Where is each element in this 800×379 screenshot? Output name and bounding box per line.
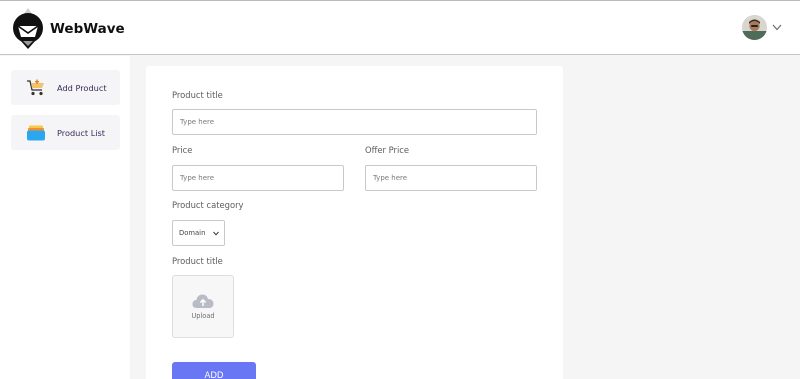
price-label: Price (172, 145, 193, 155)
category-select[interactable]: Domain (172, 220, 225, 246)
product-image-label: Product title (172, 256, 223, 266)
sidebar: Add Product Product List (0, 56, 130, 379)
offer-price-label: Offer Price (365, 145, 410, 155)
stack-list-icon (23, 125, 49, 141)
chevron-down-icon[interactable] (772, 24, 782, 31)
product-title-label: Product title (172, 90, 223, 100)
brand-logo[interactable]: WebWave (10, 7, 125, 51)
category-selected-value: Domain (179, 229, 206, 237)
avatar-photo-icon (742, 15, 767, 40)
chevron-down-icon (213, 231, 219, 236)
offer-price-input[interactable]: Type here (365, 165, 537, 191)
product-category-label: Product category (172, 200, 244, 210)
upload-label: Upload (191, 312, 215, 320)
sidebar-item-label: Product List (57, 127, 106, 138)
profile-menu[interactable] (742, 15, 782, 40)
sidebar-item-label: Add Product (57, 82, 107, 93)
image-upload-area[interactable]: Upload (172, 275, 234, 338)
add-button[interactable]: ADD (172, 362, 256, 379)
logo-icon (13, 8, 43, 49)
cloud-upload-icon (192, 294, 214, 308)
sidebar-item-product-list[interactable]: Product List (11, 115, 120, 150)
product-title-input[interactable]: Type here (172, 109, 537, 135)
top-navbar: WebWave (0, 0, 800, 55)
brand-name: WebWave (50, 21, 125, 37)
cart-add-icon (23, 79, 49, 97)
price-input[interactable]: Type here (172, 165, 344, 191)
sidebar-item-add-product[interactable]: Add Product (11, 70, 120, 105)
avatar[interactable] (742, 15, 767, 40)
add-product-form: Product title Type here Price Type here … (146, 66, 563, 379)
